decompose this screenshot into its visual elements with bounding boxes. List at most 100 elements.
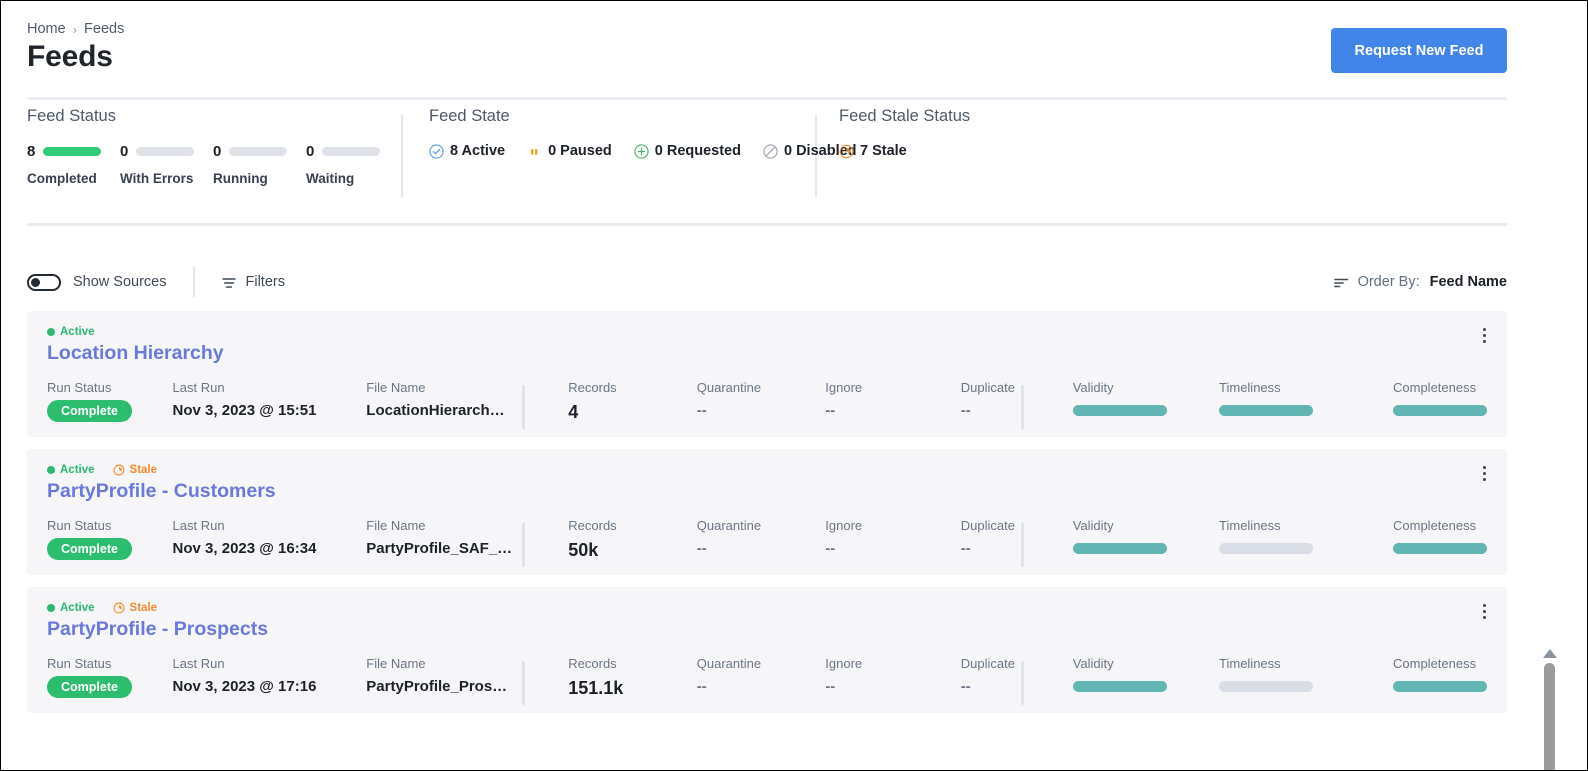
toggle-switch[interactable]	[27, 274, 61, 291]
metric-label: Last Run	[173, 518, 367, 533]
feed-status-group: Feed Status 8 Completed 0 With Errors	[27, 107, 401, 219]
feed-card-menu-icon[interactable]	[1475, 463, 1493, 483]
status-badge-active: Active	[47, 602, 95, 614]
feed-state-items: 8 Active 0 Paused 0 Requested	[429, 143, 815, 159]
feed-card-menu-icon[interactable]	[1475, 325, 1493, 345]
scrollbar-thumb[interactable]	[1544, 663, 1555, 771]
feed-stale-status-title: Feed Stale Status	[839, 107, 970, 126]
metric-run-status: Run Status Complete	[47, 518, 173, 560]
check-circle-icon	[429, 144, 444, 159]
feed-card-metrics: Run Status Complete Last Run Nov 3, 2023…	[27, 380, 1507, 423]
metric-timeliness: Timeliness	[1219, 380, 1393, 416]
feed-name-link[interactable]: PartyProfile - Customers	[27, 480, 1507, 503]
status-item-completed[interactable]: 8 Completed	[27, 143, 120, 186]
status-count: 8	[27, 143, 35, 160]
metric-last-run: Last Run Nov 3, 2023 @ 17:16	[173, 656, 367, 695]
feed-card-menu-icon[interactable]	[1475, 601, 1493, 621]
vertical-scrollbar[interactable]	[1539, 649, 1561, 771]
metric-completeness: Completeness	[1393, 518, 1487, 554]
scroll-up-arrow-icon[interactable]	[1543, 649, 1557, 658]
validity-bar	[1073, 681, 1167, 692]
feed-name-link[interactable]: PartyProfile - Prospects	[27, 618, 1507, 641]
metric-duplicate: Duplicate --	[961, 380, 1048, 419]
active-dot-icon	[47, 604, 55, 612]
metric-divider	[1021, 661, 1024, 705]
metric-ignore: Ignore --	[825, 656, 960, 695]
feed-state-paused[interactable]: 0 Paused	[527, 143, 612, 159]
scrollbar-track[interactable]	[1539, 663, 1561, 771]
metric-last-run: Last Run Nov 3, 2023 @ 15:51	[173, 380, 367, 419]
timeliness-bar	[1219, 405, 1313, 416]
order-by-value[interactable]: Feed Name	[1430, 274, 1507, 290]
status-badge-active: Active	[47, 326, 95, 338]
order-by-control[interactable]: Order By: Feed Name	[1333, 274, 1507, 290]
feed-status-title: Feed Status	[27, 107, 401, 126]
header-divider	[27, 97, 1507, 100]
metric-value: 50k	[568, 540, 697, 561]
metric-value: --	[697, 678, 826, 695]
badge-label: Stale	[130, 602, 158, 614]
badge-label: Active	[60, 464, 95, 476]
status-item-running[interactable]: 0 Running	[213, 143, 306, 186]
metric-quarantine: Quarantine --	[697, 518, 826, 557]
breadcrumb-item-home[interactable]: Home	[27, 21, 66, 37]
validity-bar	[1073, 405, 1167, 416]
status-item-with-errors[interactable]: 0 With Errors	[120, 143, 213, 186]
feed-card[interactable]: Active Stale PartyProfile - Prospects Ru…	[27, 587, 1507, 713]
show-sources-toggle[interactable]: Show Sources	[27, 274, 167, 291]
status-badge-stale: Stale	[113, 602, 158, 614]
metric-quarantine: Quarantine --	[697, 656, 826, 695]
metric-label: Validity	[1073, 380, 1219, 395]
filter-icon	[221, 275, 236, 290]
metric-divider	[522, 523, 525, 567]
badge-label: Active	[60, 602, 95, 614]
metric-label: Records	[568, 518, 697, 533]
filters-label: Filters	[246, 274, 285, 290]
status-badge-stale: Stale	[113, 464, 158, 476]
pause-icon	[527, 144, 542, 159]
metric-file-name: File Name LocationHierarch…	[366, 380, 541, 419]
metric-label: Validity	[1073, 656, 1219, 671]
feed-card[interactable]: Active Stale PartyProfile - Customers Ru…	[27, 449, 1507, 575]
feed-state-label: 0 Paused	[548, 143, 612, 159]
feed-card[interactable]: Active Location Hierarchy Run Status Com…	[27, 311, 1507, 437]
metric-run-status: Run Status Complete	[47, 656, 173, 698]
status-label: With Errors	[120, 171, 213, 186]
badge-label: Stale	[130, 464, 158, 476]
feed-card-tags: Active Stale	[27, 462, 1507, 477]
show-sources-label: Show Sources	[73, 274, 167, 290]
metric-label: Quarantine	[697, 656, 826, 671]
metric-value: Nov 3, 2023 @ 17:16	[173, 678, 367, 695]
completeness-bar	[1393, 543, 1487, 554]
metric-label: Timeliness	[1219, 380, 1393, 395]
metric-records: Records 151.1k	[568, 656, 697, 699]
feed-card-metrics: Run Status Complete Last Run Nov 3, 2023…	[27, 656, 1507, 699]
metric-label: Run Status	[47, 656, 173, 671]
status-badge-active: Active	[47, 464, 95, 476]
filters-button[interactable]: Filters	[221, 274, 285, 290]
feed-state-group: Feed State 8 Active 0 Paused	[403, 107, 815, 219]
metric-duplicate: Duplicate --	[961, 518, 1048, 557]
feed-stale-items: 7 Stale	[839, 143, 970, 159]
feed-state-requested[interactable]: 0 Requested	[634, 143, 741, 159]
disabled-circle-icon	[763, 144, 778, 159]
active-dot-icon	[47, 466, 55, 474]
metric-label: Timeliness	[1219, 656, 1393, 671]
metric-value: Nov 3, 2023 @ 16:34	[173, 540, 367, 557]
metric-label: Duplicate	[961, 656, 1048, 671]
metric-value: Nov 3, 2023 @ 15:51	[173, 402, 367, 419]
feed-stale-count[interactable]: 7 Stale	[839, 143, 907, 159]
metric-label: Completeness	[1393, 518, 1487, 533]
status-item-waiting[interactable]: 0 Waiting	[306, 143, 399, 186]
feed-state-active[interactable]: 8 Active	[429, 143, 505, 159]
validity-bar	[1073, 543, 1167, 554]
request-new-feed-button[interactable]: Request New Feed	[1331, 28, 1507, 73]
completeness-bar	[1393, 405, 1487, 416]
metric-label: Ignore	[825, 656, 960, 671]
status-count: 0	[213, 143, 221, 160]
metric-label: Duplicate	[961, 380, 1048, 395]
clock-icon	[113, 464, 125, 476]
metric-label: Run Status	[47, 518, 173, 533]
feed-name-link[interactable]: Location Hierarchy	[27, 342, 1507, 365]
breadcrumb-item-feeds[interactable]: Feeds	[84, 21, 124, 37]
